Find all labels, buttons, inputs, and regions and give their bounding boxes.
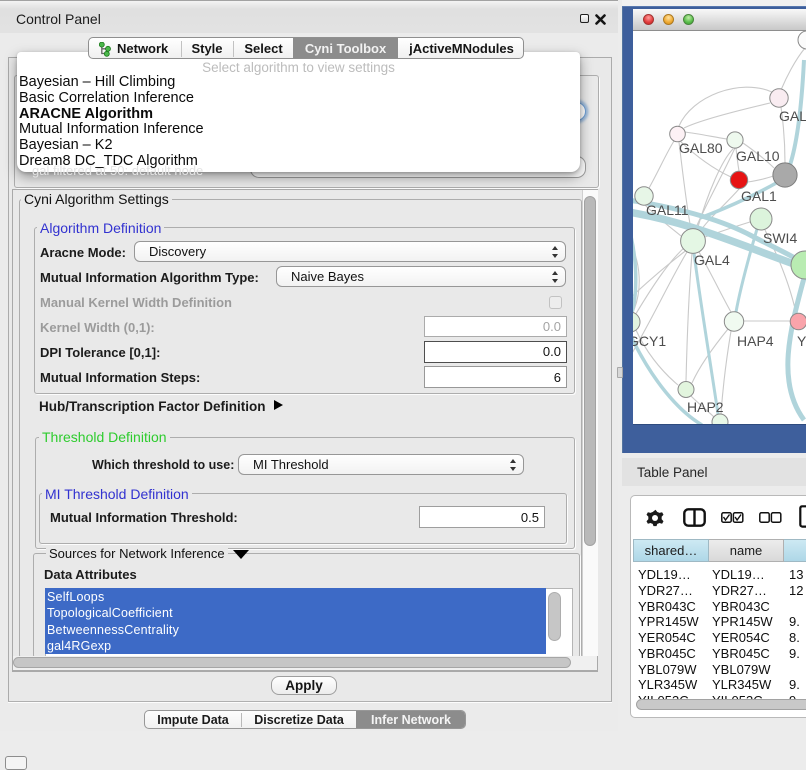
svg-text:GAL10: GAL10 <box>736 148 780 164</box>
svg-text:GAL11: GAL11 <box>646 202 689 218</box>
svg-text:GAL4: GAL4 <box>694 252 730 268</box>
svg-text:GAL80: GAL80 <box>679 140 723 156</box>
svg-text:HAP2: HAP2 <box>687 399 724 415</box>
svg-text:YJ: YJ <box>797 333 806 349</box>
svg-text:SWI4: SWI4 <box>763 230 797 246</box>
svg-text:HAP4: HAP4 <box>737 333 774 349</box>
svg-text:GCY1: GCY1 <box>633 333 666 349</box>
svg-text:GAL7: GAL7 <box>779 108 806 124</box>
svg-text:GAL1: GAL1 <box>741 188 777 204</box>
